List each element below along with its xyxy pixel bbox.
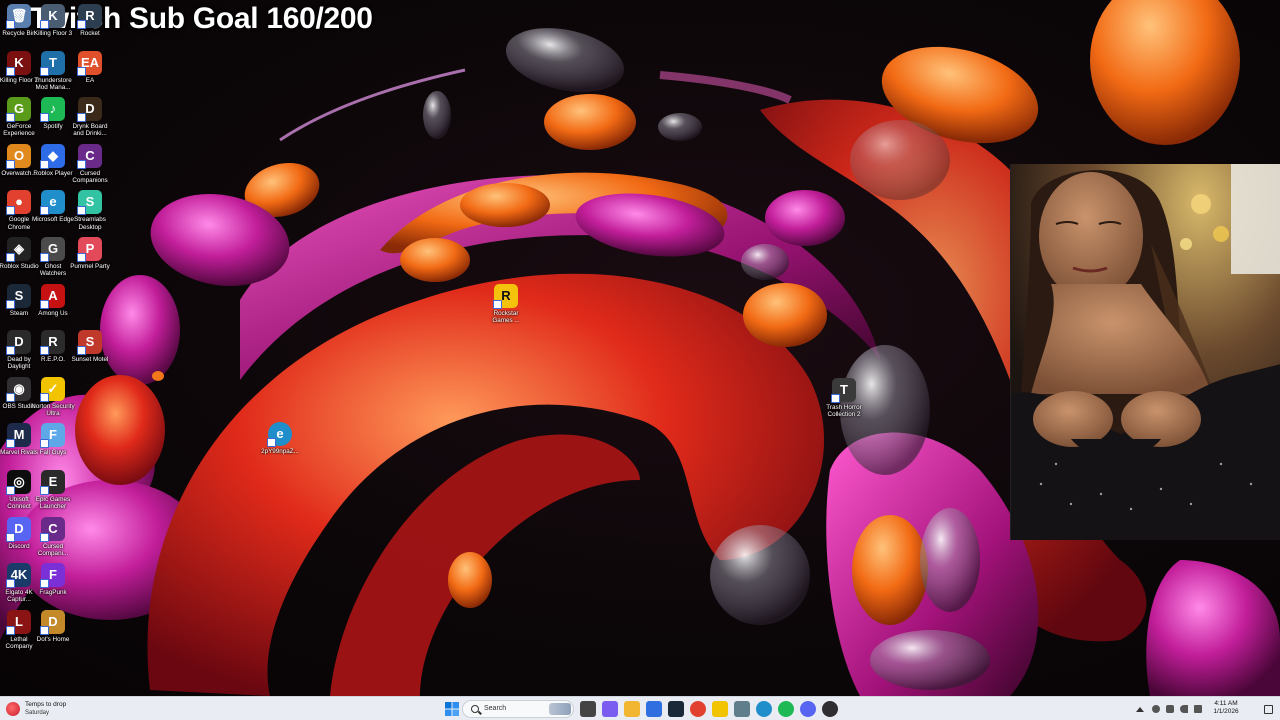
app-icon: ●: [6, 190, 31, 216]
app-icon: F: [40, 563, 65, 589]
app-icon: E: [40, 470, 65, 495]
app-icon: O: [6, 143, 31, 169]
search-highlight-image: [549, 703, 571, 715]
app-icon: 🗑: [6, 4, 31, 29]
app-icon: K: [40, 4, 65, 29]
app-icon: L: [6, 609, 31, 635]
app-icon: ◉: [6, 376, 31, 402]
bluetooth-icon[interactable]: [1152, 705, 1160, 713]
desktop-icon-sunset-motel[interactable]: S Sunset Motel: [68, 330, 112, 363]
app-icon: A: [40, 283, 65, 309]
webcam-feed: [1010, 164, 1280, 540]
desktop-icon-streamlabs-desktop[interactable]: S Streamlabs Desktop: [68, 190, 112, 231]
desktop-icon-label: Among Us: [38, 309, 68, 317]
clock[interactable]: 4:11 AM 1/1/2026: [1208, 700, 1244, 716]
desktop-icon-epic-games-launcher[interactable]: E Epic Games Launcher: [31, 470, 75, 511]
taskbar-search[interactable]: Search: [462, 700, 574, 718]
desktop-icon-label: Cursed Compani...: [37, 542, 69, 557]
edge-icon[interactable]: [756, 701, 772, 717]
discord-icon[interactable]: [800, 701, 816, 717]
app-icon: ♪: [40, 97, 65, 123]
app-icon: M: [6, 423, 31, 449]
system-tray: 4:11 AM 1/1/2026: [1120, 697, 1280, 720]
app-icon: S: [6, 283, 31, 309]
weather-icon: [6, 702, 20, 716]
chevron-up-icon[interactable]: [1136, 707, 1144, 712]
chrome-icon[interactable]: [690, 701, 706, 717]
desktop-icon-label: EA: [85, 76, 95, 84]
desktop-icon-label: Sunset Motel: [71, 356, 109, 364]
network-icon[interactable]: [1166, 705, 1174, 713]
app-icon: P: [77, 237, 102, 262]
desktop-icon-fragpunk[interactable]: F FragPunk: [31, 563, 75, 596]
taskbar: Temps to drop Saturday Search 4:11 AM 1/…: [0, 696, 1280, 720]
spotify-icon[interactable]: [778, 701, 794, 717]
search-icon: [471, 705, 479, 713]
desktop-icon-rockstar[interactable]: R Rockstar Games ...: [484, 284, 528, 325]
desktop-icon-label: Fall Guys: [39, 449, 67, 457]
app-icon: T: [40, 50, 65, 76]
desktop-icon-label: Rocket: [80, 30, 100, 37]
streamer-video: [1011, 164, 1280, 540]
app-icon: ✓: [40, 376, 65, 402]
file-explorer-icon[interactable]: [624, 701, 640, 717]
app-icon: ◈: [6, 237, 31, 262]
app-icon: D: [77, 97, 102, 123]
app-icon: K: [6, 50, 31, 76]
app-icon: D: [40, 609, 65, 635]
desktop-icon-cursed-compani[interactable]: C Cursed Compani...: [31, 516, 75, 558]
app-icon: R: [40, 330, 65, 356]
app-icon: e: [40, 190, 65, 216]
desktop-icon-trash-horror[interactable]: T Trash Horror Collection 2: [822, 378, 866, 419]
desktop-icon-drynk-board-and-drinki[interactable]: D Drynk Board and Drinki...: [68, 97, 112, 138]
app-icon: D: [6, 516, 31, 542]
desktop-icon-label: FragPunk: [39, 589, 67, 597]
desktop-icon-label: Cursed Companions: [72, 169, 108, 185]
app-icon: EA: [77, 50, 102, 76]
desktop-icon-ea[interactable]: EA EA: [68, 50, 112, 84]
app-icon: S: [77, 330, 102, 356]
notes-icon[interactable]: [712, 701, 728, 717]
app-icon: G: [40, 237, 65, 262]
windows-icon: [445, 702, 459, 716]
edge-icon: e: [267, 422, 292, 447]
desktop-icon-label: Drynk Board and Drinki...: [72, 123, 108, 138]
volume-icon[interactable]: [1180, 705, 1188, 713]
app-icon: G: [6, 97, 31, 123]
document-icon[interactable]: [734, 701, 750, 717]
app-icon: R: [77, 4, 102, 29]
desktop-icon-fall-guys[interactable]: F Fall Guys: [31, 423, 75, 456]
desktop-icon-label: Norton Security Ultra: [31, 402, 75, 418]
desktop-icon-label: Dot's Home: [36, 635, 70, 643]
app-icon: D: [6, 330, 31, 356]
app-icon: 4K: [6, 563, 31, 589]
task-view-icon[interactable]: [580, 701, 596, 717]
obs-icon[interactable]: [822, 701, 838, 717]
desktop-icon-label: Streamlabs Desktop: [74, 216, 106, 231]
app-icon: F: [40, 423, 65, 449]
desktop-icon-pummel-party[interactable]: P Pummel Party: [68, 237, 112, 270]
app-icon: S: [77, 190, 102, 216]
steam-icon[interactable]: [668, 701, 684, 717]
app-icon: C: [77, 143, 102, 169]
desktop-icon-edge-shortcut[interactable]: e 2pY99npaZ...: [258, 422, 302, 455]
store-icon[interactable]: [646, 701, 662, 717]
desktop-icon-rocket[interactable]: R Rocket: [68, 4, 112, 37]
notification-icon[interactable]: [1264, 705, 1273, 714]
app-icon: ◆: [40, 143, 65, 169]
desktop-icon-among-us[interactable]: A Among Us: [31, 283, 75, 317]
desktop-icon-norton-security-ultra[interactable]: ✓ Norton Security Ultra: [31, 376, 75, 418]
start-button[interactable]: [444, 701, 460, 717]
rockstar-icon: R: [493, 284, 518, 309]
copilot-icon[interactable]: [602, 701, 618, 717]
battery-icon[interactable]: [1194, 705, 1202, 713]
desktop-icon-dot-s-home[interactable]: D Dot's Home: [31, 609, 75, 643]
desktop-icon-label: Epic Games Launcher: [35, 496, 71, 511]
app-icon: ◎: [6, 470, 31, 495]
app-icon: C: [40, 516, 65, 542]
game-icon: T: [831, 378, 856, 403]
desktop-icon-label: Pummel Party: [70, 263, 110, 270]
desktop-icon-cursed-companions[interactable]: C Cursed Companions: [68, 143, 112, 185]
